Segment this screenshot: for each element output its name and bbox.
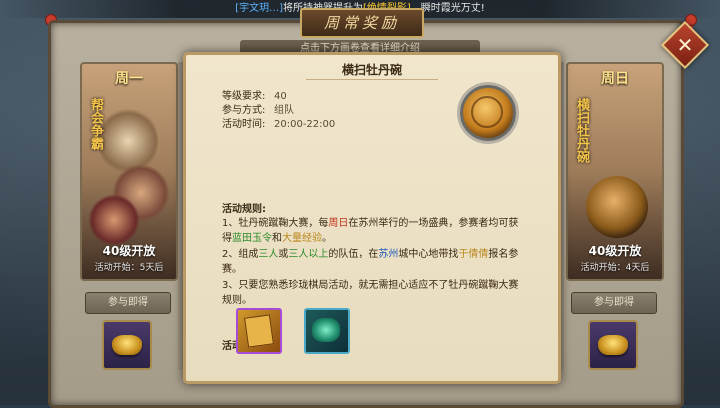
rule-1: 1、牡丹碗蹴鞠大赛，每周日在苏州举行的一场盛典，参赛者均可获得蓝田玉令和大量经验… <box>222 216 522 246</box>
rule-highlight: 苏州 <box>378 249 399 260</box>
rule-3: 3、只要您熟悉珍珑棋局活动，就无需担心适应不了牡丹碗蹴鞠大赛规则。 <box>222 280 519 306</box>
marquee-player: [宇文玥…] <box>235 3 283 14</box>
time-value: 20:00-22:00 <box>274 119 336 130</box>
card-activity-name: 横扫牡丹碗 <box>574 98 589 163</box>
rule-highlight: 大量经验 <box>282 233 322 244</box>
participation-mode-row: 参与方式: 组队 <box>222 101 294 116</box>
title-divider <box>306 79 438 80</box>
popup-title: 横扫牡丹碗 <box>341 63 402 77</box>
activity-detail-popup: 横扫牡丹碗 等级要求: 40 参与方式: 组队 活动时间: 20:00-22:00 活… <box>183 52 561 384</box>
card-start-time: 活动开始：4天后 <box>580 263 650 273</box>
rule-text: 城中心地带找 <box>398 249 459 260</box>
rule-text: 。 <box>322 233 332 244</box>
card-level-requirement: 40级开放 <box>102 244 156 258</box>
close-icon: ✕ <box>676 33 694 57</box>
card-level-requirement: 40级开放 <box>588 244 642 258</box>
rule-text: 1、牡丹碗蹴鞠大赛，每 <box>222 218 329 229</box>
rule-text: 2、组成 <box>222 249 259 260</box>
rule-2: 2、组成三人或三人以上的队伍，在苏州城中心地带找于倩倩报名参赛。 <box>222 247 522 277</box>
rule-highlight: 周日 <box>328 218 349 229</box>
mode-label: 参与方式: <box>222 105 266 116</box>
gold-ingot-icon <box>112 335 142 355</box>
card-day-label: 周日 <box>601 71 629 87</box>
join-reward-label: 参与即得 <box>571 292 657 314</box>
reward-book[interactable] <box>236 308 282 354</box>
rule-highlight: 蓝田玉令 <box>232 233 272 244</box>
card-activity-name: 帮会争霸 <box>88 98 103 150</box>
jade-token-icon <box>312 318 340 342</box>
window-title: 周常奖励 <box>300 8 424 38</box>
reward-slot-sunday[interactable] <box>588 320 638 370</box>
card-start-time: 活动开始：5天后 <box>94 263 164 273</box>
reward-jade-token[interactable] <box>304 308 350 354</box>
day-card-monday[interactable]: 周一 帮会争霸 40级开放 活动开始：5天后 <box>80 62 178 281</box>
time-label: 活动时间: <box>222 119 266 130</box>
book-reward-icon <box>244 314 274 348</box>
day-card-sunday[interactable]: 周日 横扫牡丹碗 40级开放 活动开始：4天后 <box>566 62 664 281</box>
character-portrait <box>88 194 140 246</box>
rule-text: 的队伍，在 <box>328 249 379 260</box>
rules-heading: 活动规则: <box>222 204 266 215</box>
reward-slot-monday[interactable] <box>102 320 152 370</box>
card-day-label: 周一 <box>115 71 143 87</box>
ball-emblem-icon <box>460 85 516 141</box>
rule-text: 和 <box>272 233 282 244</box>
gold-ingot-icon <box>598 335 628 355</box>
rule-highlight: 三人 <box>258 249 279 260</box>
level-label: 等级要求: <box>222 91 266 102</box>
rule-text: 或 <box>278 249 289 260</box>
level-requirement-row: 等级要求: 40 <box>222 87 287 102</box>
rule-highlight: 于倩倩 <box>458 249 489 260</box>
ball-artwork <box>586 176 648 238</box>
join-reward-label: 参与即得 <box>85 292 171 314</box>
rule-highlight: 三人以上 <box>288 249 329 260</box>
activity-time-row: 活动时间: 20:00-22:00 <box>222 115 335 130</box>
